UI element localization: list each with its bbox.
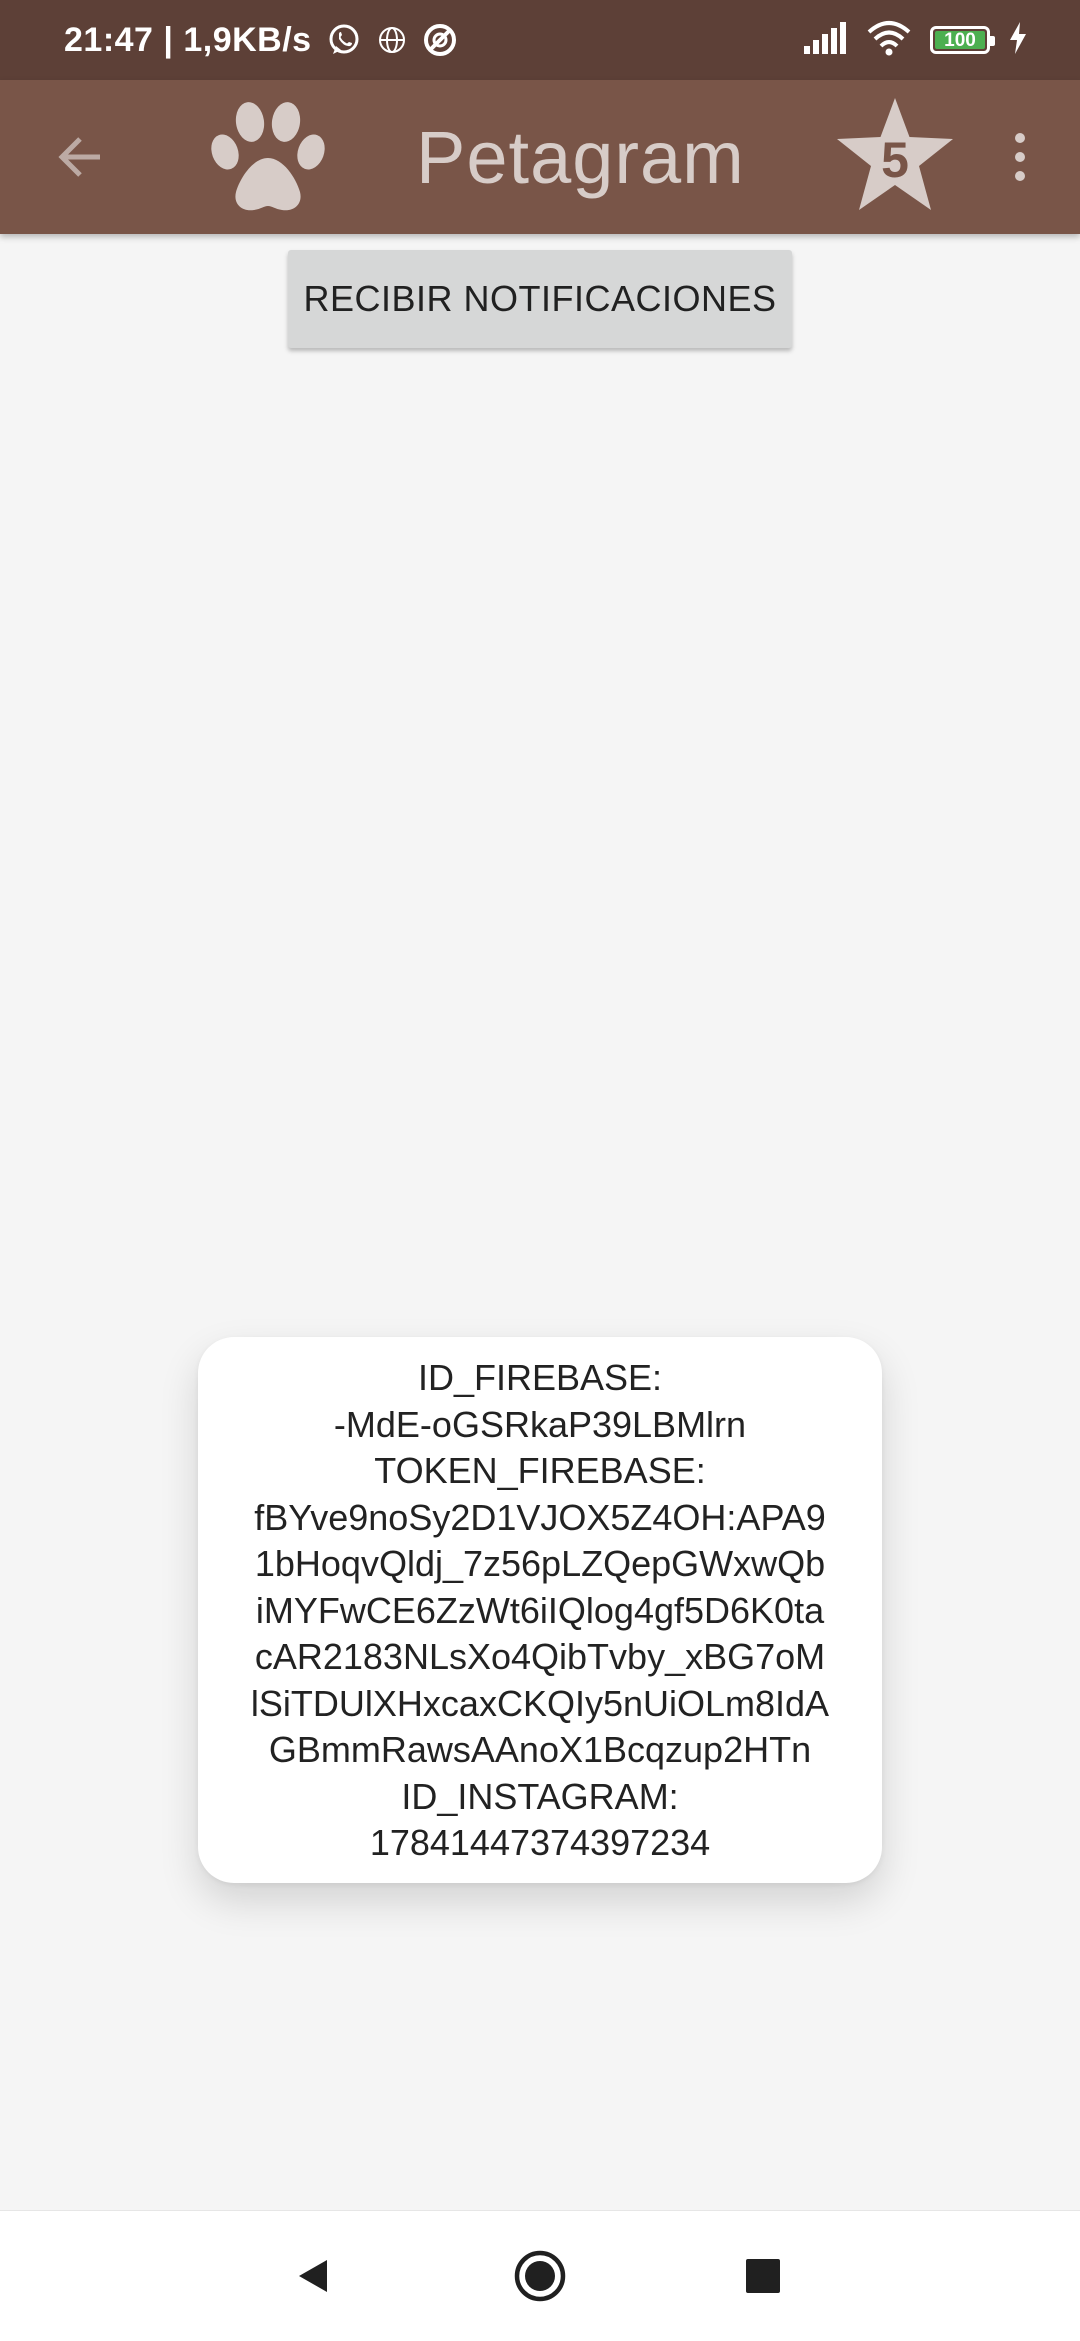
nav-bar	[0, 2210, 1080, 2341]
toast-line: ID_FIREBASE:	[417, 1357, 663, 1398]
wifi-icon	[866, 20, 912, 61]
status-right: 100	[804, 0, 1028, 80]
battery-level: 100	[935, 31, 985, 50]
no-disturb-icon	[422, 22, 458, 58]
toast-message: ID_FIREBASE: -MdE-oGSRkaP39LBMlrn TOKEN_…	[198, 1337, 882, 1883]
status-bar: 21:47 | 1,9KB/s 100	[0, 0, 1080, 80]
status-time-speed: 21:47 | 1,9KB/s	[64, 20, 312, 59]
toast-line: ID_INSTAGRAM:	[401, 1775, 679, 1817]
charging-icon	[1008, 21, 1028, 59]
recents-square-icon[interactable]	[720, 2233, 806, 2319]
toast-line: GBmmRawsAAnoX1Bcqzup2HTn	[268, 1729, 812, 1770]
toast-line: fBYve9noSy2D1VJOX5Z4OH:APA9	[254, 1496, 826, 1538]
star-icon[interactable]: 5	[834, 96, 956, 214]
toast-line: 1bHoqvQldj_7z56pLZQepGWxwQb	[254, 1543, 826, 1584]
battery-icon: 100	[930, 26, 995, 54]
toast-line: cAR2183NLsXo4QibTvby_xBG7oM	[254, 1636, 826, 1677]
toast-line: iMYFwCE6ZzWt6iIQlog4gf5D6K0ta	[255, 1589, 825, 1631]
toast-line: 17841447374397234	[369, 1822, 711, 1863]
signal-icon	[804, 21, 848, 59]
globe-icon	[376, 24, 408, 56]
star-count: 5	[881, 132, 909, 188]
toast-line: TOKEN_FIREBASE:	[374, 1450, 706, 1491]
overflow-menu-icon[interactable]	[1000, 117, 1040, 197]
home-circle-icon[interactable]	[497, 2233, 583, 2319]
back-arrow-icon[interactable]	[40, 117, 120, 197]
back-triangle-icon[interactable]	[270, 2233, 356, 2319]
toast-line: -MdE-oGSRkaP39LBMlrn	[333, 1403, 747, 1445]
toast-line: lSiTDUlXHxcaxCKQIy5nUiOLm8IdA	[250, 1682, 830, 1724]
app-title: Petagram	[416, 115, 745, 199]
app-bar: Petagram 5	[0, 80, 1080, 234]
whatsapp-icon	[326, 22, 362, 58]
paw-icon	[208, 100, 328, 214]
status-left: 21:47 | 1,9KB/s	[64, 0, 458, 80]
receive-notifications-button[interactable]: RECIBIR NOTIFICACIONES	[288, 250, 792, 348]
